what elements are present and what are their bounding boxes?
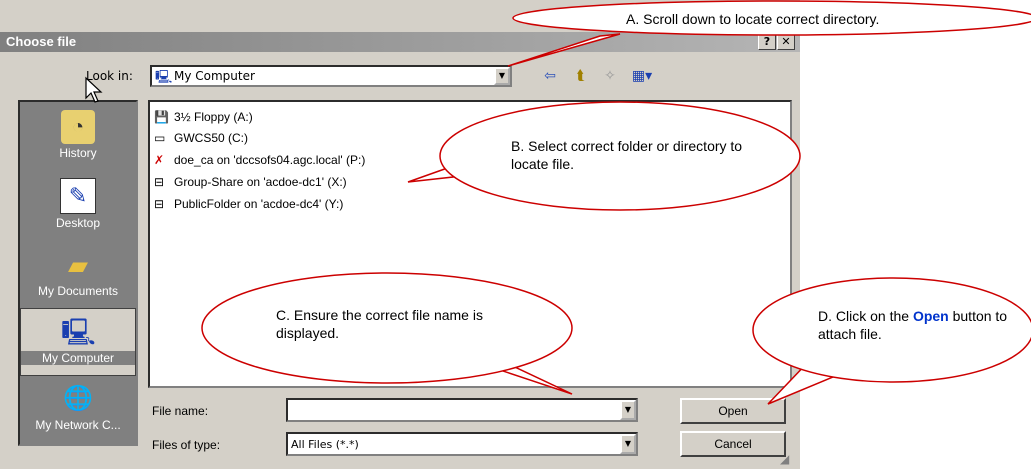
callout-a-text: A. Scroll down to locate correct directo…: [626, 11, 880, 27]
callout-d-text: D. Click on the Open button to attach fi…: [818, 307, 1018, 343]
callout-b-text: B. Select correct folder or directory to…: [511, 138, 743, 172]
callout-a-pointer: [507, 33, 621, 67]
callout-c-text: C. Ensure the correct file name is displ…: [276, 307, 483, 341]
callout-d-prefix: D. Click on the: [818, 308, 913, 324]
callout-layer: [201, 0, 1031, 405]
callout-d-emphasis: Open: [912, 308, 949, 324]
